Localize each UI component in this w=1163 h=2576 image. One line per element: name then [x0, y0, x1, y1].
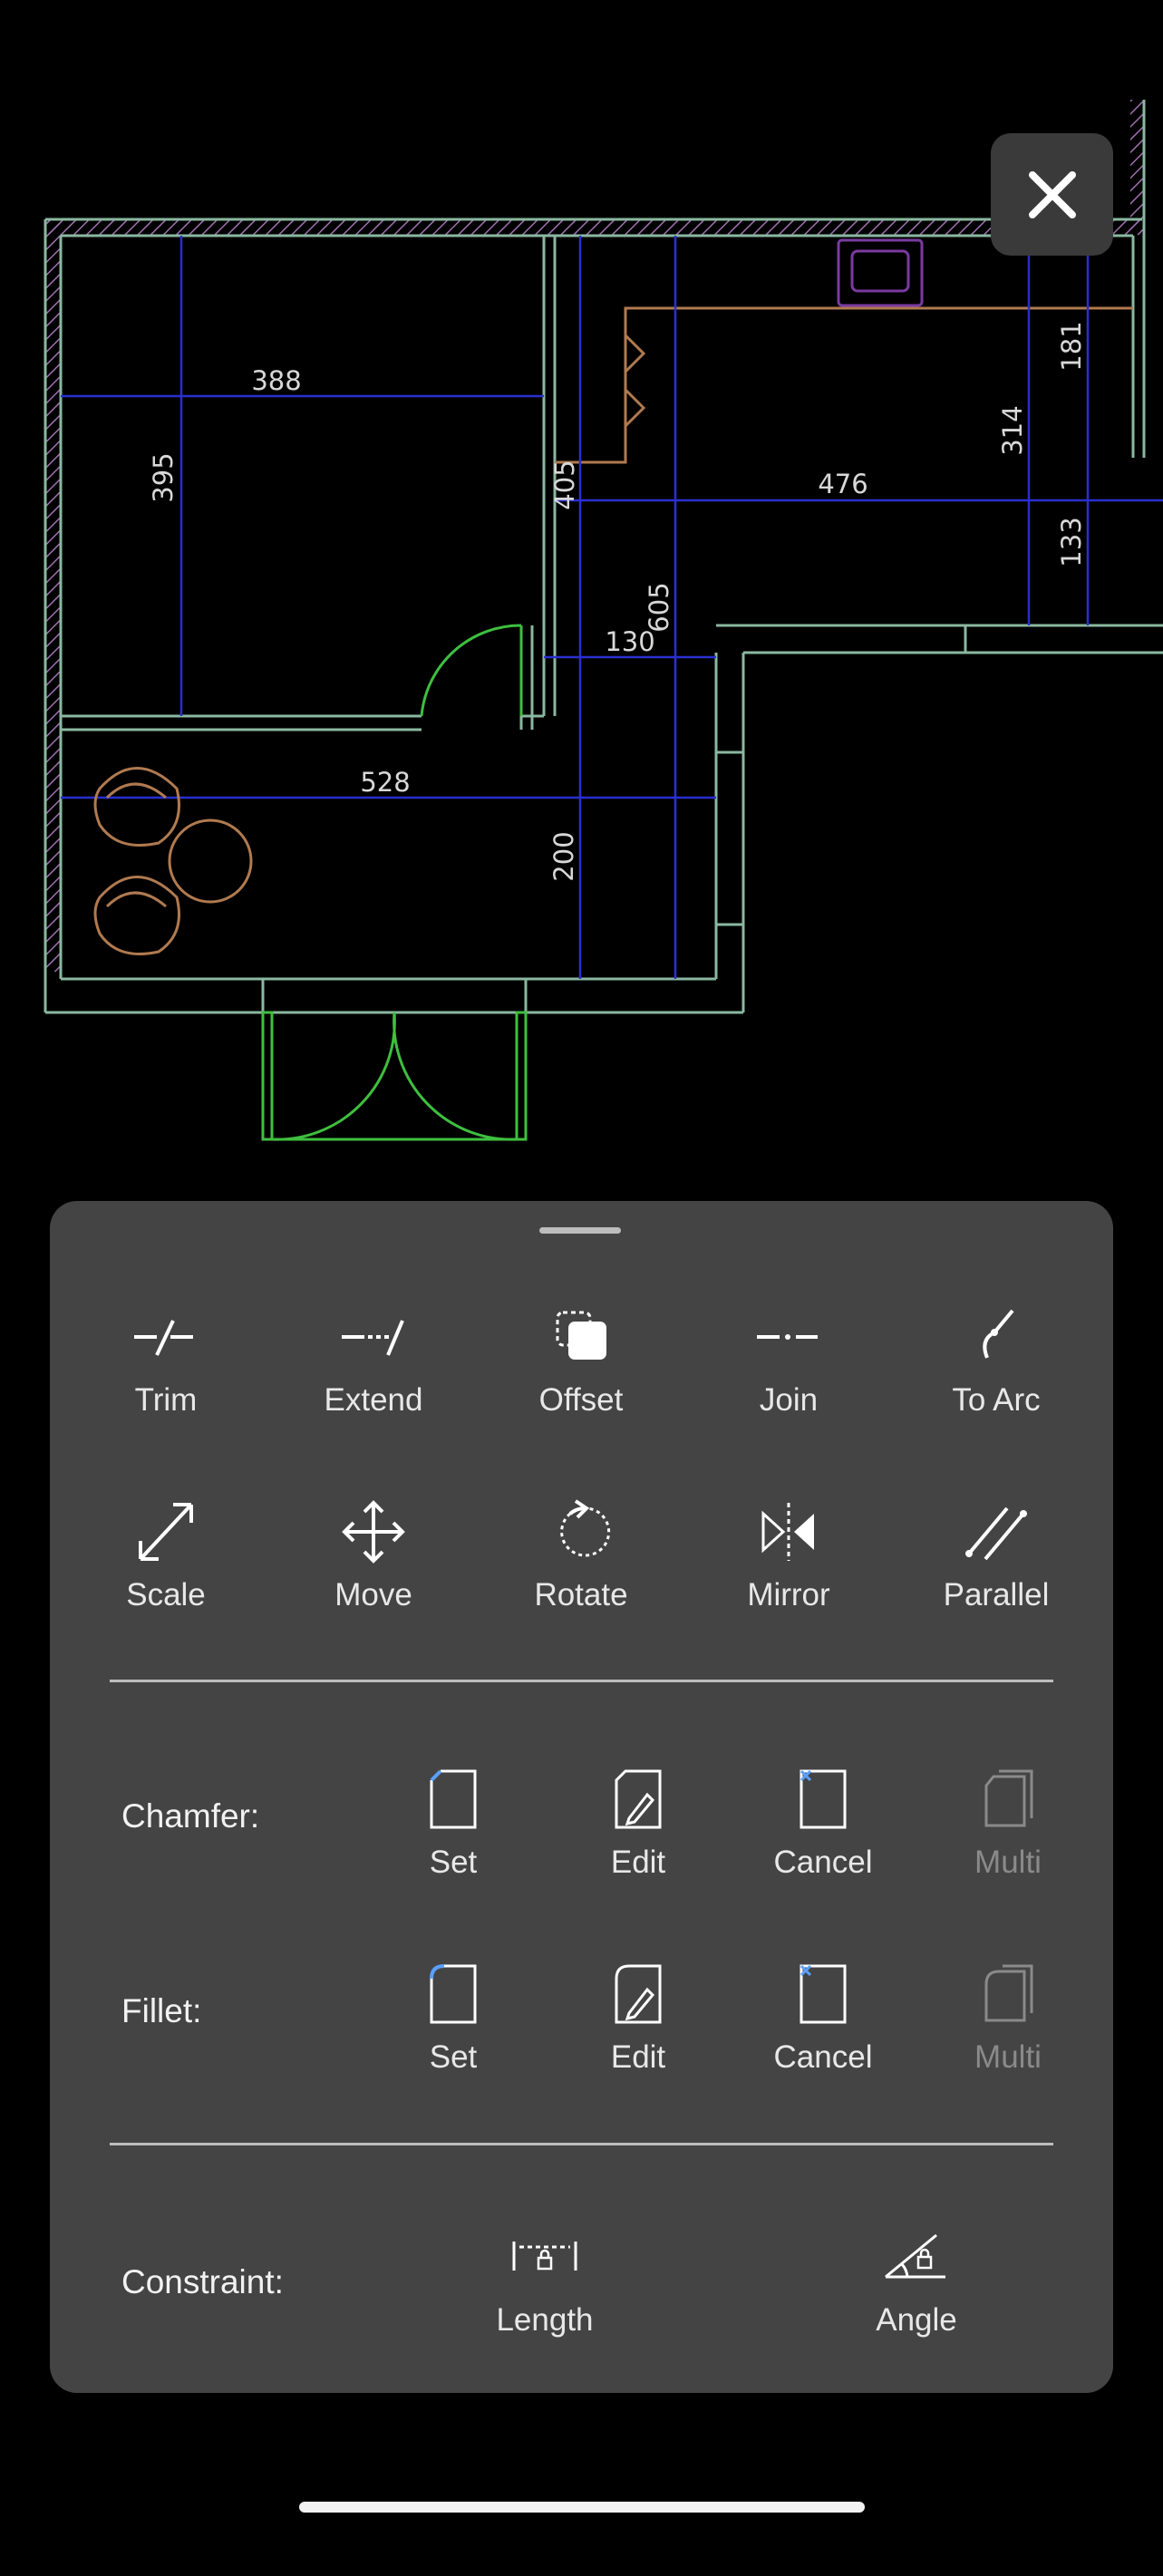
to-arc-button[interactable]: To Arc	[906, 1301, 1087, 1464]
dim-130: 130	[605, 626, 654, 657]
chamfer-multi-icon	[984, 1769, 1033, 1827]
kitchen-counter	[555, 306, 1133, 464]
fillet-edit-label: Edit	[610, 2039, 666, 2075]
scale-label: Scale	[126, 1577, 206, 1612]
move-icon	[342, 1500, 405, 1564]
extend-label: Extend	[324, 1382, 423, 1418]
length-constraint-label: Length	[496, 2302, 594, 2338]
divider-2	[110, 2143, 1053, 2145]
fillet-edit-button[interactable]: Edit	[548, 1958, 729, 2121]
constraint-label: Constraint:	[121, 2263, 284, 2300]
chamfer-edit-icon	[615, 1769, 662, 1829]
chamfer-cancel-label: Cancel	[773, 1845, 873, 1880]
rotate-icon	[560, 1499, 611, 1557]
dim-314: 314	[997, 405, 1028, 455]
fillet-edit-icon	[615, 1964, 662, 2024]
angle-constraint-label: Angle	[876, 2302, 957, 2338]
fillet-multi-button[interactable]: Multi	[917, 1958, 1099, 2121]
parallel-button[interactable]: Parallel	[906, 1496, 1087, 1659]
trim-icon	[134, 1320, 193, 1356]
to-arc-label: To Arc	[952, 1382, 1041, 1418]
mirror-icon	[761, 1503, 814, 1561]
length-constraint-icon	[512, 2242, 577, 2271]
dim-605: 605	[644, 582, 674, 632]
doors	[261, 624, 528, 1141]
fillet-cancel-icon	[800, 1964, 847, 2024]
dimension-lines	[61, 236, 1163, 979]
chamfer-cancel-button[interactable]: Cancel	[732, 1763, 914, 1926]
join-label: Join	[759, 1382, 819, 1418]
floor-plan-canvas[interactable]: 388 395 405 605 476 314 181 133 130 528 …	[0, 0, 1163, 1196]
close-button[interactable]	[991, 133, 1113, 256]
angle-constraint-icon	[885, 2233, 945, 2279]
join-icon	[757, 1334, 818, 1340]
offset-button[interactable]: Offset	[490, 1301, 672, 1464]
dim-181: 181	[1056, 321, 1087, 371]
divider-1	[110, 1680, 1053, 1682]
chamfer-multi-label: Multi	[974, 1845, 1042, 1880]
dining-set	[93, 767, 253, 955]
fillet-label: Fillet:	[121, 1992, 202, 2029]
chamfer-cancel-icon	[800, 1769, 847, 1829]
chamfer-set-button[interactable]: Set	[363, 1763, 544, 1926]
move-button[interactable]: Move	[283, 1496, 464, 1659]
chamfer-set-icon	[430, 1769, 477, 1829]
scale-button[interactable]: Scale	[75, 1496, 257, 1659]
fillet-set-icon	[430, 1964, 477, 2024]
wall-top	[45, 219, 1142, 235]
trim-label: Trim	[134, 1382, 198, 1418]
dim-133: 133	[1056, 517, 1087, 567]
fillet-set-button[interactable]: Set	[363, 1958, 544, 2121]
chamfer-label: Chamfer:	[121, 1797, 260, 1835]
chamfer-edit-button[interactable]: Edit	[548, 1763, 729, 1926]
sink	[837, 238, 924, 307]
rotate-button[interactable]: Rotate	[490, 1496, 672, 1659]
wall-right-top	[1130, 100, 1143, 231]
offset-icon	[556, 1311, 606, 1360]
length-constraint-button[interactable]: Length	[454, 2221, 635, 2384]
fillet-cancel-label: Cancel	[773, 2039, 873, 2075]
chamfer-edit-label: Edit	[610, 1845, 666, 1880]
trim-button[interactable]: Trim	[75, 1301, 257, 1464]
parallel-icon	[965, 1506, 1027, 1561]
chamfer-set-label: Set	[429, 1845, 478, 1880]
dim-200: 200	[548, 831, 579, 881]
extend-icon	[342, 1320, 404, 1356]
move-label: Move	[334, 1577, 412, 1612]
dim-395: 395	[148, 452, 179, 502]
to-arc-icon	[983, 1309, 1014, 1359]
fillet-cancel-button[interactable]: Cancel	[732, 1958, 914, 2121]
angle-constraint-button[interactable]: Angle	[826, 2221, 1007, 2384]
chamfer-multi-button[interactable]: Multi	[917, 1763, 1099, 1926]
dim-528: 528	[360, 767, 410, 798]
panel-drag-handle[interactable]	[539, 1227, 621, 1234]
edit-tools-panel: Trim Extend Offset Join To Arc Scale Mov…	[50, 1201, 1113, 2393]
fillet-multi-icon	[984, 1964, 1033, 2022]
fillet-multi-label: Multi	[974, 2039, 1042, 2075]
join-button[interactable]: Join	[698, 1301, 879, 1464]
dim-388: 388	[251, 365, 301, 396]
parallel-label: Parallel	[943, 1577, 1050, 1612]
extend-button[interactable]: Extend	[283, 1301, 464, 1464]
mirror-button[interactable]: Mirror	[698, 1496, 879, 1659]
close-icon	[1028, 170, 1076, 218]
mirror-label: Mirror	[747, 1577, 830, 1612]
wall-left	[45, 219, 61, 972]
dim-405: 405	[549, 460, 580, 509]
home-indicator[interactable]	[299, 2502, 865, 2513]
dim-476: 476	[818, 469, 867, 499]
rotate-label: Rotate	[534, 1577, 628, 1612]
scale-icon	[139, 1503, 193, 1561]
offset-label: Offset	[538, 1382, 624, 1418]
fillet-set-label: Set	[429, 2039, 478, 2075]
